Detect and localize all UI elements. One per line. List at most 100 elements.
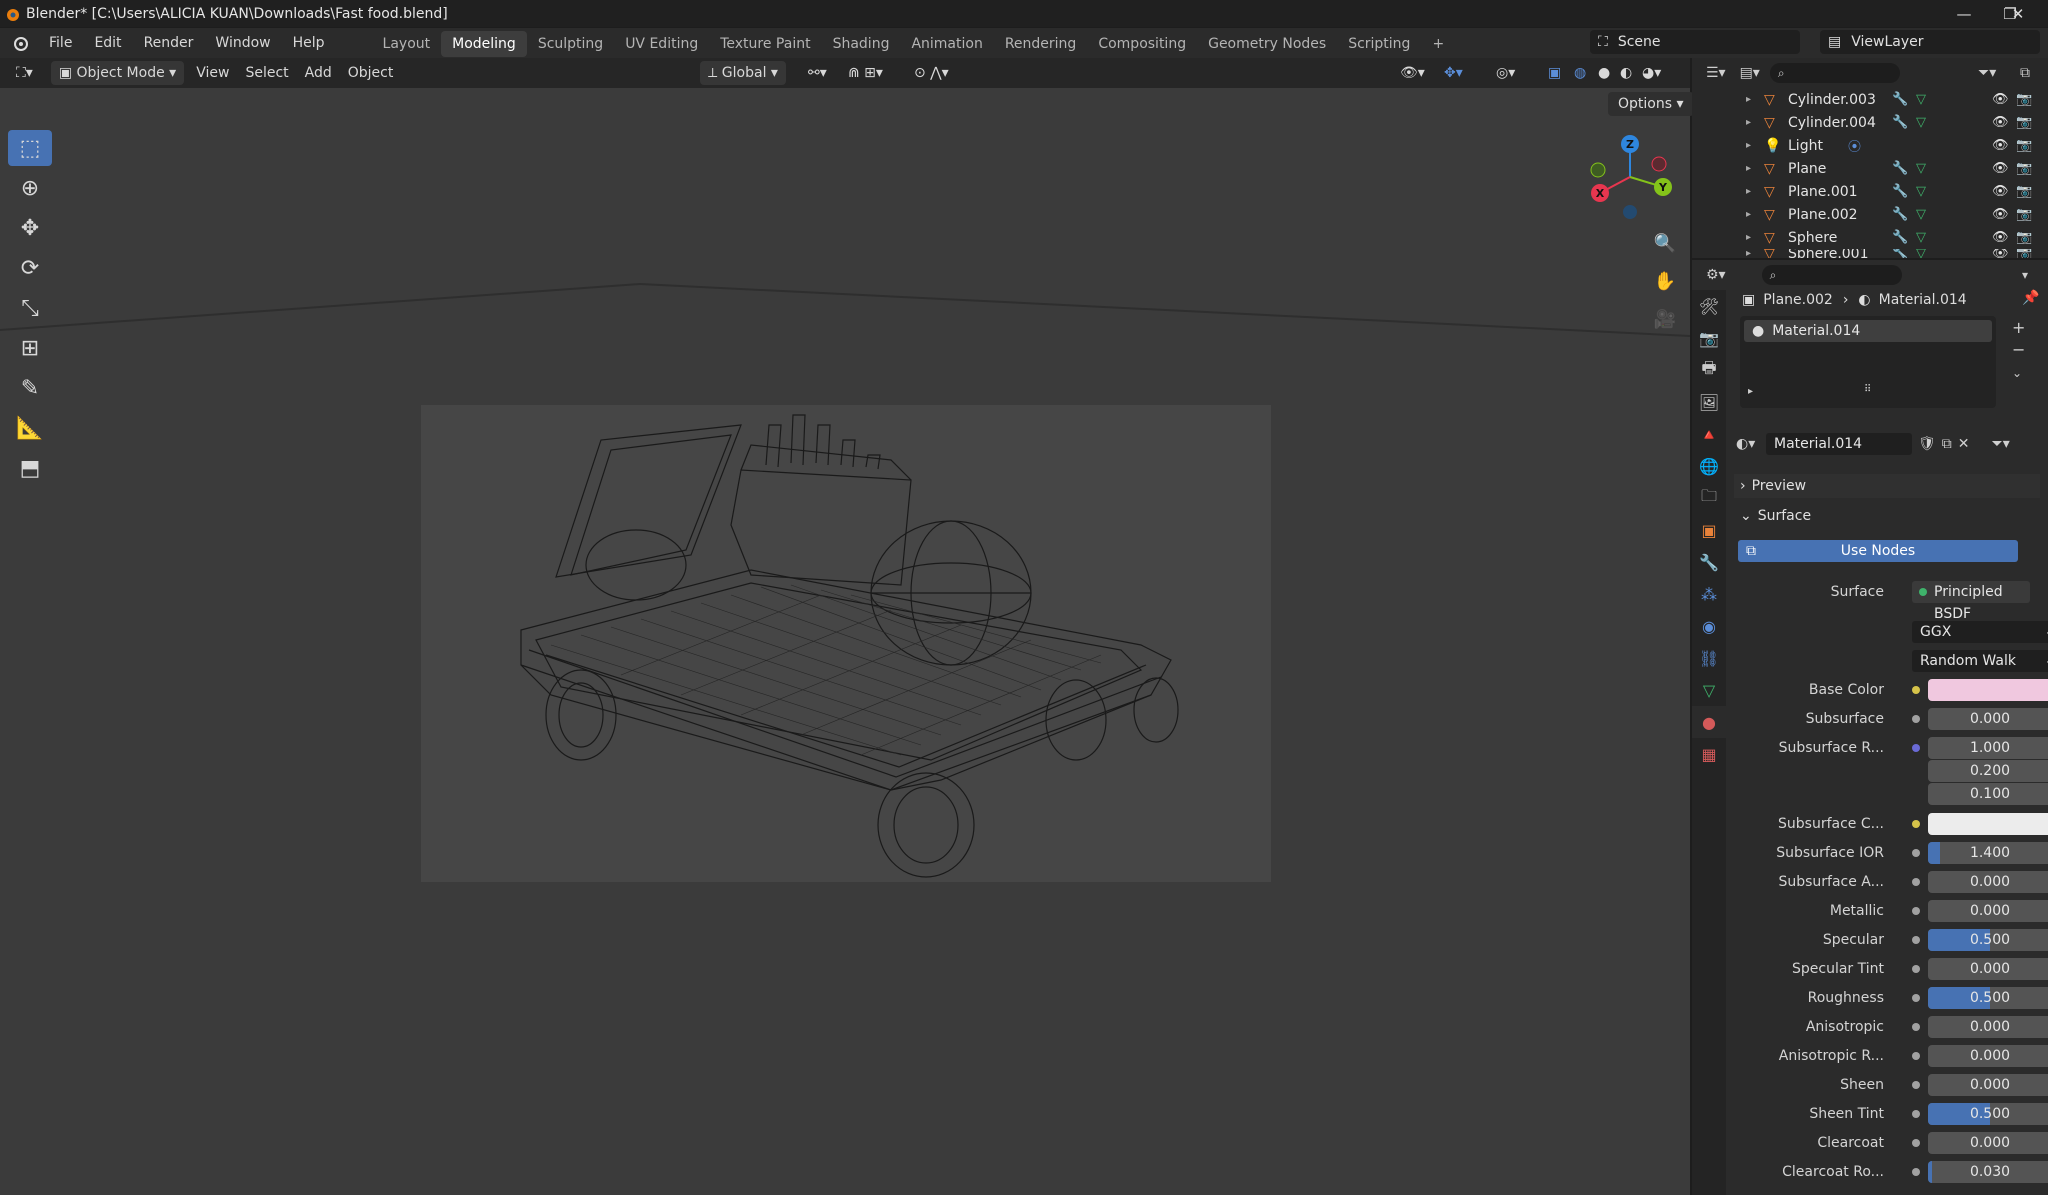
tab-render-icon[interactable]: 📷 (1692, 322, 1726, 354)
visibility-eye-icon[interactable]: 👁 (1992, 115, 2009, 130)
scale-tool-icon[interactable]: ⤡ (8, 290, 52, 326)
menu-add[interactable]: Add (297, 61, 340, 85)
tab-material-icon[interactable]: ● (1692, 706, 1726, 738)
render-camera-icon[interactable]: 📷 (2016, 184, 2032, 199)
value-slider[interactable]: 0.000 (1928, 708, 2048, 730)
value-slider[interactable]: 0.000 (1928, 871, 2048, 893)
render-camera-icon[interactable]: 📷 (2016, 161, 2032, 176)
value-slider[interactable]: 0.000 (1928, 1045, 2048, 1067)
value-slider[interactable]: 0.500 (1928, 1103, 2048, 1125)
color-swatch[interactable] (1928, 679, 2048, 701)
surface-shader-field[interactable]: Principled BSDF (1912, 581, 2030, 622)
tab-scene-icon[interactable]: 🔺 (1692, 418, 1726, 450)
visibility-eye-icon[interactable]: 👁 (1992, 207, 2009, 222)
expand-arrow-icon[interactable]: ▸ (1746, 117, 1751, 128)
properties-search-input[interactable]: ⌕ (1761, 265, 1902, 285)
menu-view[interactable]: View (188, 61, 237, 85)
duplicate-material-icon[interactable]: ⧉ (1942, 436, 1952, 452)
zoom-icon[interactable]: 🔍 (1650, 228, 1680, 258)
render-camera-icon[interactable]: 📷 (2016, 207, 2032, 222)
socket-dot-icon[interactable] (1912, 820, 1920, 828)
render-camera-icon[interactable]: 📷 (2016, 115, 2032, 130)
tab-modifiers-icon[interactable]: 🔧 (1692, 546, 1726, 578)
view-layer-selector[interactable]: ▤ ViewLayer (1820, 30, 2040, 54)
camera-view-icon[interactable]: 🎥 (1650, 304, 1680, 334)
blender-menu-icon[interactable] (10, 34, 30, 52)
visibility-eye-icon[interactable]: 👁 (1992, 138, 2009, 153)
value-slider[interactable]: 0.000 (1928, 1132, 2048, 1154)
socket-dot-icon[interactable] (1912, 1052, 1920, 1060)
options-dropdown[interactable]: Options ▾ (1608, 92, 1694, 116)
tab-uv-editing[interactable]: UV Editing (614, 31, 709, 57)
snap-icon[interactable]: ⋒ ⊞▾ (840, 61, 891, 85)
value-slider[interactable]: 0.000 (1928, 1016, 2048, 1038)
menu-help[interactable]: Help (282, 28, 336, 58)
subsurface-method-dropdown[interactable]: Random Walk ⌄ (1912, 650, 2048, 672)
outliner-row[interactable]: ▸ ▽ Sphere 🔧 ▽ 👁 📷 (1692, 226, 2048, 249)
expand-arrow-icon[interactable]: ▸ (1746, 94, 1751, 105)
value-slider[interactable]: 0.500 (1928, 987, 2048, 1009)
expand-arrow-icon[interactable]: ▸ (1746, 232, 1751, 243)
material-slot-item[interactable]: ● Material.014 (1744, 320, 1992, 342)
editor-type-icon[interactable]: ⛶▾ (8, 61, 41, 85)
rotate-tool-icon[interactable]: ⟳ (8, 250, 52, 286)
visibility-eye-icon[interactable]: 👁 (1992, 92, 2009, 107)
visibility-eye-icon[interactable]: 👁 (1992, 230, 2009, 245)
measure-tool-icon[interactable]: 📐 (8, 410, 52, 446)
tab-output-icon[interactable]: 🖶 (1692, 354, 1726, 386)
visibility-eye-icon[interactable]: 👁 (1992, 161, 2009, 176)
transform-tool-icon[interactable]: ⊞ (8, 330, 52, 366)
annotate-tool-icon[interactable]: ✎ (8, 370, 52, 406)
outliner-row[interactable]: ▸ ▽ Plane.001 🔧 ▽ 👁 📷 (1692, 180, 2048, 203)
tab-physics-icon[interactable]: ◉ (1692, 610, 1726, 642)
expand-arrow-icon[interactable]: ▸ (1746, 140, 1751, 151)
move-tool-icon[interactable]: ✥ (8, 210, 52, 246)
tab-shading[interactable]: Shading (822, 31, 901, 57)
socket-dot-icon[interactable] (1912, 1168, 1920, 1176)
tab-object-icon[interactable]: ▣ (1692, 514, 1726, 546)
pivot-icon[interactable]: ⚯▾ (800, 61, 835, 85)
proportional-edit-icon[interactable]: ⊙ ⋀▾ (906, 61, 957, 85)
properties-editor-icon[interactable]: ⚙▾ (1706, 267, 1726, 283)
socket-dot-icon[interactable] (1912, 907, 1920, 915)
properties-options-icon[interactable]: ▾ (2022, 268, 2028, 282)
value-slider[interactable]: 0.000 (1928, 958, 2048, 980)
menu-object[interactable]: Object (340, 61, 402, 85)
render-camera-icon[interactable]: 📷 (2016, 92, 2032, 107)
outliner-search-input[interactable]: ⌕ (1769, 63, 1900, 83)
material-name-field[interactable]: Material.014 (1766, 433, 1912, 455)
pin-icon[interactable]: 📌 (2022, 290, 2039, 306)
socket-dot-icon[interactable] (1912, 686, 1920, 694)
cursor-tool-icon[interactable]: ⊕ (8, 170, 52, 206)
socket-dot-icon[interactable] (1912, 1081, 1920, 1089)
browse-material-icon[interactable]: ◐▾ (1736, 436, 1766, 452)
outliner-row[interactable]: ▸ ▽ Cylinder.003 🔧 ▽ 👁 📷 (1692, 88, 2048, 111)
menu-render[interactable]: Render (133, 28, 205, 58)
menu-window[interactable]: Window (204, 28, 281, 58)
distribution-dropdown[interactable]: GGX ⌄ (1912, 621, 2048, 643)
3d-viewport[interactable]: ⬚ ⊕ ✥ ⟳ ⤡ ⊞ ✎ 📐 ⬒ Z Y X 🔍 ✋ 🎥 (0, 88, 1690, 1195)
add-cube-tool-icon[interactable]: ⬒ (8, 450, 52, 486)
tab-particles-icon[interactable]: ⁂ (1692, 578, 1726, 610)
visibility-eye-icon[interactable]: 👁 (1992, 249, 2009, 258)
tab-constraints-icon[interactable]: ⛓ (1692, 642, 1726, 674)
value-slider[interactable]: 0.500 (1928, 929, 2048, 951)
menu-file[interactable]: File (38, 28, 83, 58)
slot-specials-icon[interactable]: ⌄ (2012, 366, 2022, 380)
socket-dot-icon[interactable] (1912, 965, 1920, 973)
select-box-tool-icon[interactable]: ⬚ (8, 130, 52, 166)
outliner-row[interactable]: ▸ ▽ Cylinder.004 🔧 ▽ 👁 📷 (1692, 111, 2048, 134)
render-camera-icon[interactable]: 📷 (2016, 138, 2032, 153)
render-camera-icon[interactable]: 📷 (2016, 249, 2032, 258)
tab-geometry-nodes[interactable]: Geometry Nodes (1197, 31, 1337, 57)
tab-rendering[interactable]: Rendering (994, 31, 1088, 57)
xray-icon[interactable]: ▣ (1540, 61, 1569, 85)
tab-animation[interactable]: Animation (900, 31, 993, 57)
add-workspace-icon[interactable]: + (1421, 31, 1455, 57)
socket-dot-icon[interactable] (1912, 1110, 1920, 1118)
visibility-eye-icon[interactable]: 👁 (1992, 184, 2009, 199)
tab-scripting[interactable]: Scripting (1337, 31, 1421, 57)
outliner-row[interactable]: ▸ ▽ Sphere.001 🔧 ▽ 👁 📷 (1692, 249, 2048, 258)
unlink-material-icon[interactable]: ✕ (1958, 436, 1970, 452)
value-slider[interactable]: 0.000 (1928, 1074, 2048, 1096)
